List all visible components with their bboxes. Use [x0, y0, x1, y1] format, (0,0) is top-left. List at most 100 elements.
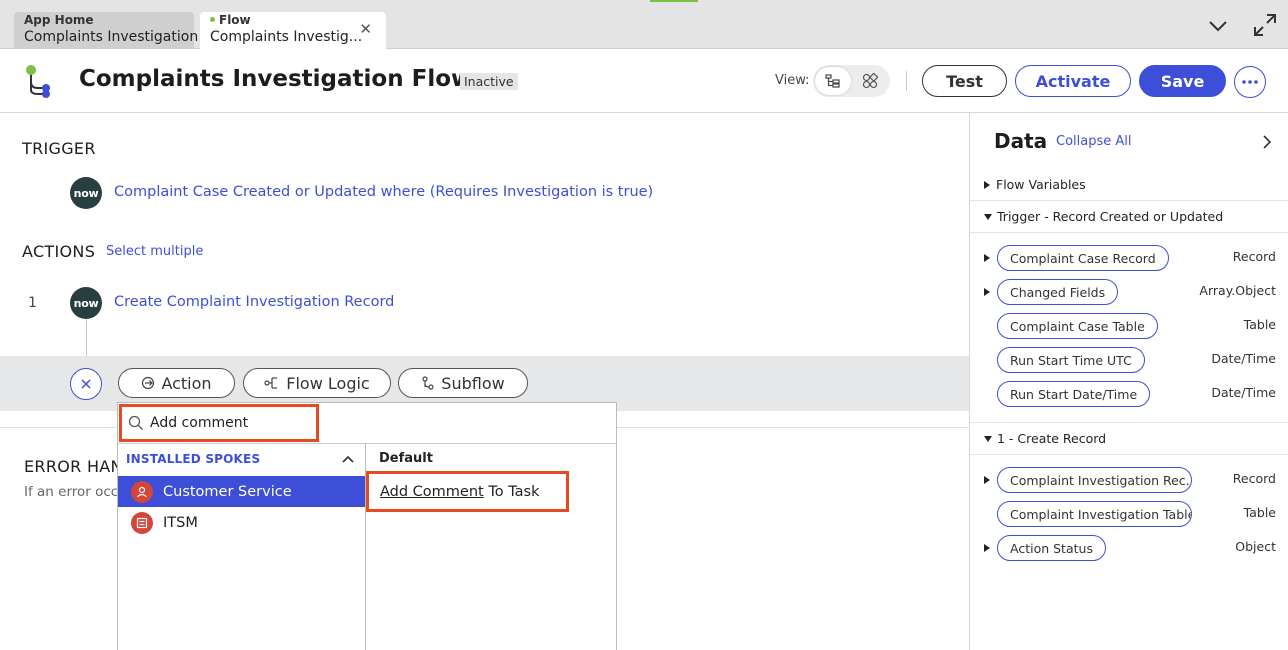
add-flow-logic-label: Flow Logic	[286, 373, 370, 393]
close-tab-icon[interactable]: ✕	[359, 20, 372, 38]
data-pill-type: Record	[1232, 249, 1276, 264]
data-pill-row: Action Status Object	[984, 535, 1276, 561]
spoke-customer-service[interactable]: Customer Service	[118, 476, 365, 507]
tab-bar-accent	[650, 0, 698, 2]
tab-subtitle: Complaints Investigation	[24, 29, 199, 45]
group-create-record[interactable]: 1 - Create Record	[984, 431, 1106, 446]
flow-icon	[22, 64, 54, 98]
result-add-comment-to-task[interactable]: Add Comment To Task	[366, 471, 569, 512]
trigger-link[interactable]: Complaint Case Created or Updated where …	[114, 184, 653, 200]
group-trigger[interactable]: Trigger - Record Created or Updated	[984, 209, 1223, 224]
group-divider	[970, 200, 1288, 201]
spoke-label: Customer Service	[163, 483, 292, 500]
action-link[interactable]: Create Complaint Investigation Record	[114, 294, 394, 310]
servicenow-logo-icon: now	[70, 177, 102, 209]
error-handler-description: If an error occ	[24, 484, 119, 500]
add-flow-logic-button[interactable]: Flow Logic	[243, 368, 391, 398]
expand-caret-icon	[984, 180, 990, 189]
group-label: Flow Variables	[996, 177, 1086, 192]
trigger-section-title: TRIGGER	[22, 139, 96, 158]
tab-title: Flow	[219, 13, 251, 27]
activate-button[interactable]: Activate	[1015, 65, 1131, 97]
chevron-up-icon[interactable]	[340, 451, 356, 467]
select-multiple-link[interactable]: Select multiple	[106, 244, 203, 259]
tab-bar: App Home Complaints Investigation Flow C…	[0, 0, 1288, 49]
collapse-all-link[interactable]: Collapse All	[1056, 134, 1132, 149]
subflow-icon	[422, 376, 434, 390]
search-input[interactable]	[150, 415, 310, 431]
group-label: 1 - Create Record	[997, 431, 1107, 446]
collapse-caret-icon	[984, 213, 992, 220]
view-label: View:	[775, 73, 810, 88]
collapse-caret-icon	[984, 435, 992, 442]
close-add-icon[interactable]	[70, 368, 102, 400]
diagram-view-icon[interactable]	[852, 67, 888, 95]
group-divider	[970, 422, 1288, 423]
actions-section-title: ACTIONS	[22, 242, 96, 261]
expand-icon[interactable]	[1252, 12, 1278, 38]
search-icon	[128, 415, 143, 430]
tab-subtitle: Complaints Investig...	[210, 29, 363, 45]
data-pill[interactable]: Run Start Date/Time	[997, 381, 1151, 407]
data-pill-row: Complaint Case Record Record	[984, 245, 1276, 271]
result-match-text: Add Comment	[380, 483, 484, 500]
add-subflow-label: Subflow	[441, 373, 505, 393]
data-pill-type: Object	[1235, 539, 1276, 554]
data-pill-row: Complaint Investigation Table Table	[984, 501, 1276, 527]
expand-caret-icon[interactable]	[984, 476, 990, 484]
data-pill-row: Complaint Investigation Rec... Record	[984, 467, 1276, 493]
data-pill[interactable]: Complaint Case Record	[997, 245, 1169, 271]
tab-flow[interactable]: Flow Complaints Investig... ✕	[200, 12, 386, 49]
data-panel: Data Collapse All Flow Variables Trigger…	[969, 113, 1288, 650]
group-divider	[970, 454, 1288, 455]
group-flow-variables[interactable]: Flow Variables	[984, 177, 1086, 192]
expand-caret-icon[interactable]	[984, 254, 990, 262]
add-action-label: Action	[161, 373, 212, 393]
flow-header: Complaints Investigation Flow Inactive V…	[0, 49, 1288, 113]
spoke-itsm[interactable]: ITSM	[118, 507, 365, 538]
status-badge: Inactive	[460, 73, 518, 90]
data-pill[interactable]: Changed Fields	[997, 279, 1119, 305]
step-connector	[86, 319, 87, 356]
chevron-right-icon[interactable]	[1260, 133, 1274, 151]
unsaved-dot-icon	[210, 17, 215, 22]
data-pill-row: Run Start Date/Time Date/Time	[984, 381, 1276, 407]
add-action-button[interactable]: Action	[118, 368, 235, 398]
data-pill-type: Record	[1232, 471, 1276, 486]
tab-title: App Home	[24, 13, 94, 27]
servicenow-logo-icon: now	[70, 287, 102, 319]
group-label: Trigger - Record Created or Updated	[997, 209, 1224, 224]
default-header: Default	[379, 451, 433, 466]
search-box[interactable]	[119, 404, 319, 442]
data-pill-type: Table	[1243, 505, 1276, 520]
data-pill[interactable]: Complaint Investigation Table	[997, 501, 1192, 527]
result-rest-text: To Task	[483, 483, 540, 500]
more-options-icon[interactable]	[1234, 66, 1266, 98]
data-pill[interactable]: Action Status	[997, 535, 1106, 561]
itsm-spoke-icon	[131, 511, 153, 534]
data-pill-row: Changed Fields Array.Object	[984, 279, 1276, 305]
action-icon	[142, 376, 155, 390]
data-pill[interactable]: Complaint Investigation Rec...	[997, 467, 1192, 493]
data-pill[interactable]: Run Start Time UTC	[997, 347, 1145, 373]
expand-caret-icon[interactable]	[984, 544, 990, 552]
customer-service-spoke-icon	[131, 480, 153, 503]
expand-caret-icon[interactable]	[984, 288, 990, 296]
list-view-icon[interactable]	[815, 67, 851, 95]
chevron-down-icon[interactable]	[1204, 12, 1232, 40]
page-title: Complaints Investigation Flow	[79, 66, 473, 92]
action-step-number: 1	[28, 295, 37, 311]
test-button[interactable]: Test	[922, 65, 1007, 97]
group-divider	[970, 232, 1288, 233]
header-divider	[906, 71, 907, 91]
tab-app-home[interactable]: App Home Complaints Investigation	[14, 12, 199, 49]
spoke-label: ITSM	[163, 514, 198, 531]
view-toggle	[813, 65, 890, 97]
add-subflow-button[interactable]: Subflow	[398, 368, 528, 398]
picker-divider	[118, 443, 616, 444]
flow-logic-icon	[264, 377, 278, 389]
data-pill[interactable]: Complaint Case Table	[997, 313, 1158, 339]
save-button[interactable]: Save	[1139, 65, 1226, 97]
data-pill-type: Date/Time	[1211, 351, 1276, 366]
data-pill-type: Table	[1243, 317, 1276, 332]
